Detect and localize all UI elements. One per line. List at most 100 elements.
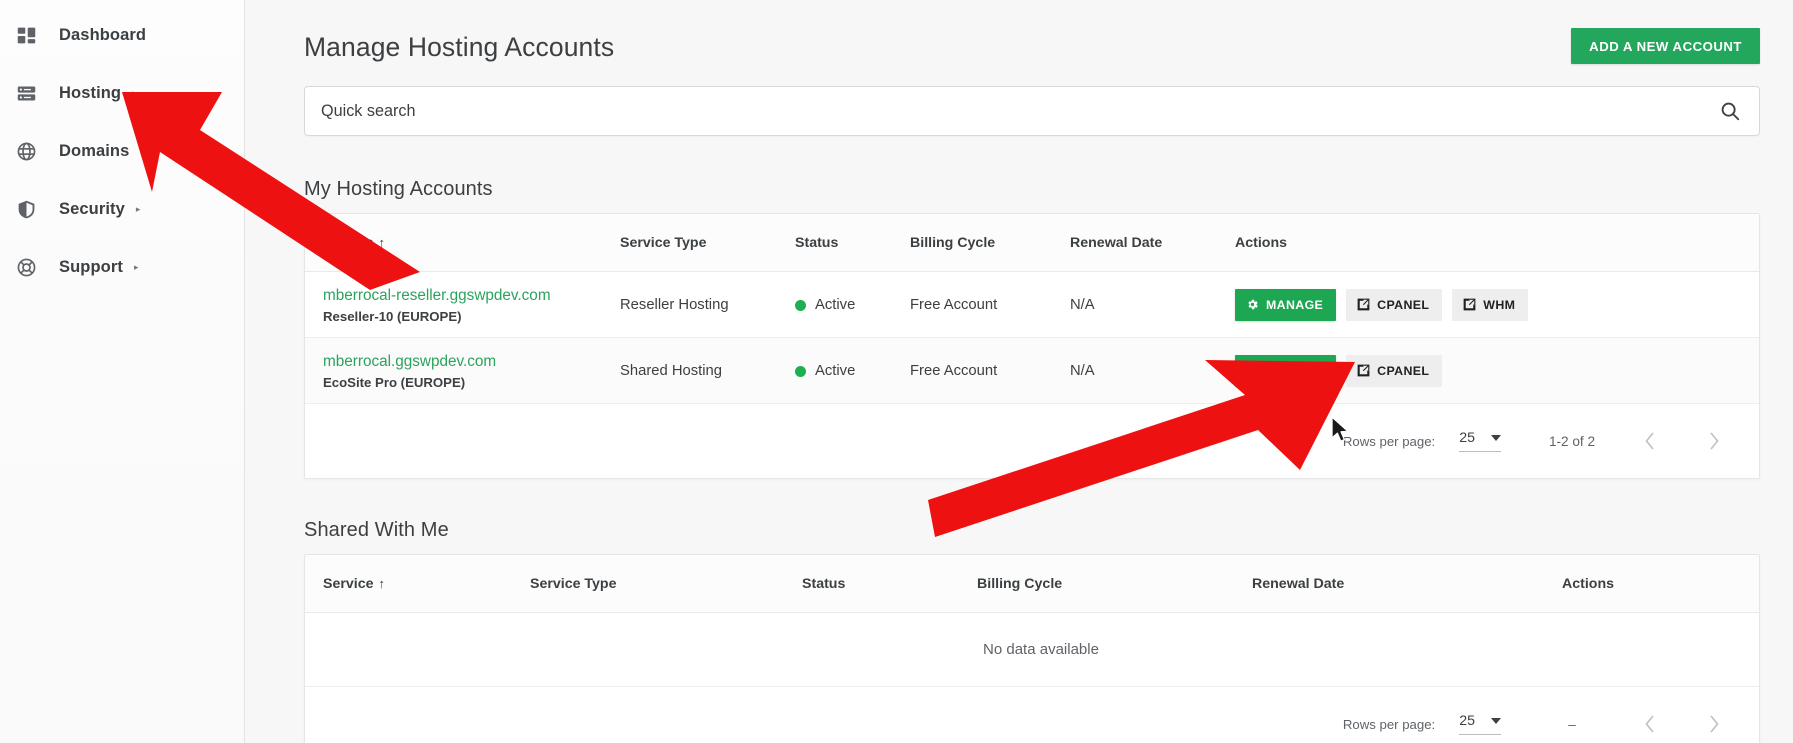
no-data-message: No data available xyxy=(305,612,1759,688)
sidebar: Dashboard Hosting ▸ Domains ▸ Security ▸… xyxy=(0,0,245,743)
pagination-range: 1-2 of 2 xyxy=(1548,433,1596,449)
external-link-icon xyxy=(1463,298,1476,313)
status-badge: Active xyxy=(815,297,856,314)
button-label: CPANEL xyxy=(1377,364,1430,379)
sidebar-item-support[interactable]: Support ▸ xyxy=(0,238,244,296)
chevron-right-icon: ▸ xyxy=(135,203,141,214)
lifebuoy-icon xyxy=(11,252,41,282)
cell-service: mberrocal.ggswpdev.com EcoSite Pro (EURO… xyxy=(305,337,620,405)
column-header-service-type[interactable]: Service Type xyxy=(620,214,795,272)
column-header-billing-cycle[interactable]: Billing Cycle xyxy=(910,214,1070,272)
previous-page-button[interactable] xyxy=(1633,707,1667,741)
chevron-right-icon: ▸ xyxy=(133,261,139,272)
cpanel-button[interactable]: CPANEL xyxy=(1346,354,1443,388)
service-plan: EcoSite Pro (EUROPE) xyxy=(323,375,466,391)
globe-icon xyxy=(11,136,41,166)
service-plan: Reseller-10 (EUROPE) xyxy=(323,309,462,325)
column-header-service-type[interactable]: Service Type xyxy=(530,555,802,614)
pagination-range: – xyxy=(1568,716,1576,732)
rows-per-page-select[interactable]: 25 xyxy=(1459,713,1501,736)
sidebar-item-label: Dashboard xyxy=(59,25,147,44)
cell-status: Active xyxy=(795,337,910,405)
main-content: Manage Hosting Accounts ADD A NEW ACCOUN… xyxy=(245,0,1793,743)
column-header-status[interactable]: Status xyxy=(795,214,910,272)
server-icon xyxy=(11,78,41,108)
table-header-row: Service ↑ Service Type Status Billing Cyc… xyxy=(305,555,1759,614)
sidebar-item-hosting[interactable]: Hosting ▸ xyxy=(0,64,244,122)
rows-per-page-select[interactable]: 25 xyxy=(1459,430,1501,453)
sort-ascending-icon: ↑ xyxy=(378,235,386,250)
sidebar-item-domains[interactable]: Domains ▸ xyxy=(0,122,244,180)
cell-billing-cycle: Free Account xyxy=(910,271,1070,339)
cell-service: mberrocal-reseller.ggswpdev.com Reseller… xyxy=(305,271,620,339)
my-hosting-accounts-table: Service ↑ Service Type Status Billing Cyc… xyxy=(305,214,1759,405)
column-header-actions: Actions xyxy=(1562,555,1759,614)
column-header-actions: Actions xyxy=(1235,214,1759,272)
quick-search-bar[interactable] xyxy=(304,86,1760,136)
sidebar-item-security[interactable]: Security ▸ xyxy=(0,180,244,238)
rows-per-page-value: 25 xyxy=(1459,713,1475,730)
status-dot-icon xyxy=(795,365,806,377)
chevron-down-icon xyxy=(1491,718,1501,725)
button-label: WHM xyxy=(1483,298,1516,313)
app-root: Dashboard Hosting ▸ Domains ▸ Security ▸… xyxy=(0,0,1793,743)
rows-per-page-value: 25 xyxy=(1459,430,1475,447)
gear-icon xyxy=(1246,298,1259,313)
manage-button[interactable]: MANAGE xyxy=(1235,288,1337,322)
previous-page-button[interactable] xyxy=(1633,424,1667,458)
search-icon[interactable] xyxy=(1719,100,1741,122)
sidebar-item-label: Domains xyxy=(59,141,130,160)
column-header-service[interactable]: Service ↑ xyxy=(305,214,620,272)
my-hosting-accounts-table-card: Service ↑ Service Type Status Billing Cyc… xyxy=(304,213,1760,480)
status-badge: Active xyxy=(815,363,856,380)
chevron-down-icon xyxy=(1491,435,1501,442)
chevron-right-icon: ▸ xyxy=(132,87,137,98)
empty-state-row: No data available xyxy=(305,612,1759,688)
service-link[interactable]: mberrocal-reseller.ggswpdev.com xyxy=(323,286,620,305)
cell-service-type: Shared Hosting xyxy=(620,337,795,405)
cell-service-type: Reseller Hosting xyxy=(620,271,795,339)
button-label: MANAGE xyxy=(1266,364,1324,379)
column-header-service[interactable]: Service ↑ xyxy=(305,555,530,614)
cell-billing-cycle: Free Account xyxy=(910,337,1070,405)
sidebar-item-label: Security xyxy=(59,199,125,218)
service-link[interactable]: mberrocal.ggswpdev.com xyxy=(323,352,620,371)
next-page-button[interactable] xyxy=(1697,707,1731,741)
shared-with-me-table-card: Service ↑ Service Type Status Billing Cyc… xyxy=(304,554,1760,743)
table-row: mberrocal-reseller.ggswpdev.com Reseller… xyxy=(305,271,1759,339)
page-title: Manage Hosting Accounts xyxy=(304,32,615,62)
page-header: Manage Hosting Accounts ADD A NEW ACCOUN… xyxy=(304,28,1760,64)
column-header-renewal-date[interactable]: Renewal Date xyxy=(1070,214,1235,272)
whm-button[interactable]: WHM xyxy=(1452,288,1529,322)
chevron-right-icon: ▸ xyxy=(140,145,145,156)
rows-per-page-label: Rows per page: xyxy=(1342,433,1436,449)
cell-renewal-date: N/A xyxy=(1070,271,1235,339)
manage-button[interactable]: MANAGE xyxy=(1235,354,1337,388)
rows-per-page-label: Rows per page: xyxy=(1342,716,1436,732)
column-header-billing-cycle[interactable]: Billing Cycle xyxy=(977,555,1252,614)
my-hosting-accounts-title: My Hosting Accounts xyxy=(304,178,493,200)
search-input[interactable] xyxy=(321,101,1719,121)
table-header-row: Service ↑ Service Type Status Billing Cyc… xyxy=(305,214,1759,272)
button-label: CPANEL xyxy=(1377,298,1430,313)
sidebar-item-label: Hosting xyxy=(59,83,122,102)
button-label: MANAGE xyxy=(1266,298,1324,313)
shield-icon xyxy=(11,194,41,224)
cpanel-button[interactable]: CPANEL xyxy=(1346,288,1443,322)
shared-with-me-pagination: Rows per page: 25 – xyxy=(305,687,1759,743)
cell-renewal-date: N/A xyxy=(1070,337,1235,405)
column-header-status[interactable]: Status xyxy=(802,555,977,614)
column-label: Service xyxy=(323,235,374,251)
next-page-button[interactable] xyxy=(1697,424,1731,458)
gear-icon xyxy=(1246,364,1259,379)
shared-with-me-title: Shared With Me xyxy=(304,519,449,542)
my-accounts-pagination: Rows per page: 25 1-2 of 2 xyxy=(305,404,1759,479)
sidebar-item-label: Support xyxy=(59,257,123,276)
column-label: Service xyxy=(323,576,374,593)
column-header-renewal-date[interactable]: Renewal Date xyxy=(1252,555,1562,614)
table-row: mberrocal.ggswpdev.com EcoSite Pro (EURO… xyxy=(305,337,1759,405)
shared-with-me-table: Service ↑ Service Type Status Billing Cyc… xyxy=(305,555,1759,688)
add-a-new-account-button[interactable]: ADD A NEW ACCOUNT xyxy=(1571,28,1760,64)
cell-actions: MANAGE CPANEL xyxy=(1235,271,1759,339)
sidebar-item-dashboard[interactable]: Dashboard xyxy=(0,6,244,64)
